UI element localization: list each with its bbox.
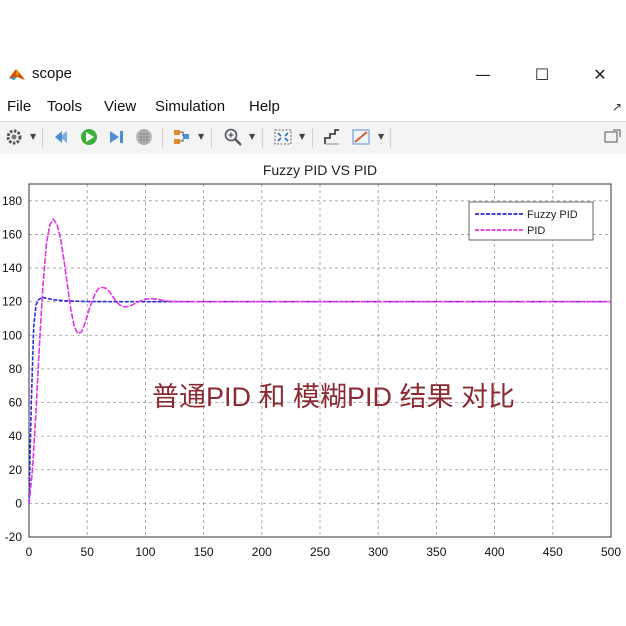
menu-pin-icon[interactable]: ↗ [612,100,622,114]
x-tick-label: 300 [368,545,388,559]
x-tick-label: 500 [601,545,621,559]
restore-icon[interactable] [51,127,73,147]
autoscale-icon[interactable] [272,127,294,147]
legend-label: PID [527,225,545,237]
y-tick-label: 120 [2,295,22,309]
window-title: scope [32,65,73,82]
layout-dropdown-icon[interactable]: ▼ [198,132,204,141]
title-bar: scope — ☐ ✕ [0,58,626,92]
x-tick-label: 100 [135,545,155,559]
toolbar-divider [312,128,313,148]
matlab-logo-icon [8,66,26,82]
scope-window: scope — ☐ ✕ File Tools View Simulation H… [0,58,626,568]
minimize-button[interactable]: — [468,62,498,88]
toolbar-divider [390,128,391,148]
style-dropdown-icon[interactable]: ▼ [378,132,384,141]
legend-label: Fuzzy PID [527,209,578,221]
close-button[interactable]: ✕ [585,62,615,88]
x-tick-label: 0 [26,545,33,559]
y-tick-label: 180 [2,194,22,208]
toolbar: ▼ ▼ ▼ ▼ ▼ [0,121,626,155]
y-tick-label: 40 [9,429,23,443]
layout-icon[interactable] [171,127,193,147]
step-forward-icon[interactable] [105,127,127,147]
x-tick-label: 250 [310,545,330,559]
highlight-block-icon[interactable] [133,127,155,147]
run-icon[interactable] [78,127,100,147]
menu-help[interactable]: Help [249,98,280,115]
y-tick-label: 20 [9,463,23,477]
toolbar-divider [42,128,43,148]
plot-area: Fuzzy PID VS PID 0 50 100 150 200 250 300 350 400… [0,154,626,568]
chart-title: Fuzzy PID VS PID [263,162,377,178]
x-tick-label: 50 [81,545,95,559]
menu-simulation[interactable]: Simulation [155,98,225,115]
x-tick-label: 150 [194,545,214,559]
menu-tools[interactable]: Tools [47,98,82,115]
x-tick-label: 400 [485,545,505,559]
x-tick-label: 200 [252,545,272,559]
x-tick-label: 350 [426,545,446,559]
y-tick-label: 140 [2,261,22,275]
toolbar-divider [211,128,212,148]
y-tick-label: 0 [15,496,22,510]
zoom-icon[interactable] [222,127,244,147]
x-tick-label: 450 [543,545,563,559]
chart-annotation: 普通PID 和 模糊PID 结果 对比 [152,382,515,412]
toolbar-divider [262,128,263,148]
toolbar-divider [162,128,163,148]
y-tick-label: 100 [2,328,22,342]
y-tick-label: 60 [9,396,23,410]
maximize-button[interactable]: ☐ [527,62,557,88]
settings-icon[interactable] [4,127,26,147]
autoscale-dropdown-icon[interactable]: ▼ [299,132,305,141]
undock-icon[interactable] [602,127,624,147]
y-tick-label: 80 [9,362,23,376]
zoom-dropdown-icon[interactable]: ▼ [249,132,255,141]
menu-bar: File Tools View Simulation Help ↗ [0,96,626,118]
cursor-measure-icon[interactable] [321,127,343,147]
y-tick-label: 160 [2,227,22,241]
style-icon[interactable] [350,127,372,147]
menu-view[interactable]: View [104,98,136,115]
menu-file[interactable]: File [7,98,31,115]
settings-dropdown-icon[interactable]: ▼ [30,132,36,141]
scope-chart: Fuzzy PID VS PID0 50 100 150 200 250 300 350 400… [2,162,621,559]
y-tick-label: -20 [5,530,23,544]
